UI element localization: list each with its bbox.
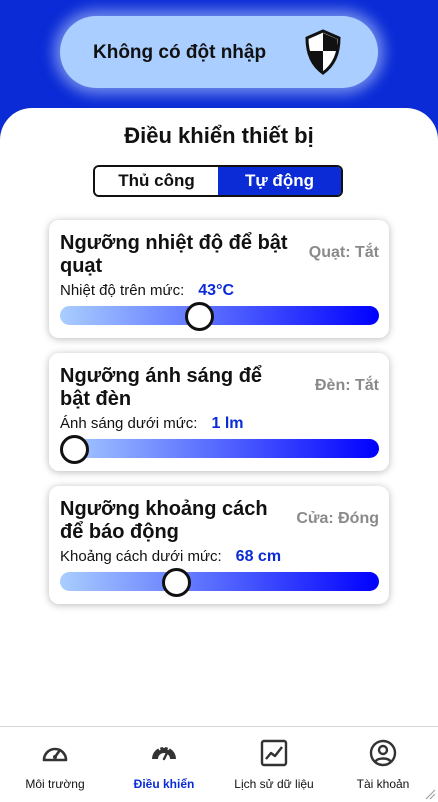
threshold-row: Khoảng cách dưới mức: 68 cm bbox=[60, 548, 281, 566]
threshold-row: Ánh sáng dưới mức: 1 lm bbox=[60, 415, 244, 433]
distance-slider[interactable] bbox=[60, 568, 379, 597]
light-slider[interactable] bbox=[60, 435, 379, 464]
slider-thumb[interactable] bbox=[60, 435, 89, 464]
dashboard-icon bbox=[152, 744, 176, 761]
card-title: Ngưỡng ánh sáng để bật đèn bbox=[60, 365, 263, 410]
threshold-value: 68 cm bbox=[235, 548, 282, 565]
chart-icon bbox=[260, 739, 288, 767]
auto-mode-button[interactable]: Tự động bbox=[218, 167, 341, 195]
card-title: Ngưỡng khoảng cách để báo động bbox=[60, 498, 268, 543]
light-status: Đèn: Tắt bbox=[315, 377, 379, 394]
nav-label: Môi trường bbox=[25, 777, 85, 791]
intrusion-status-text: Không có đột nhập bbox=[93, 42, 267, 63]
resize-grip-icon[interactable] bbox=[424, 788, 436, 800]
distance-threshold-card: Ngưỡng khoảng cách để báo động Cửa: Đóng… bbox=[49, 486, 389, 604]
threshold-label: Nhiệt độ trên mức: bbox=[60, 282, 185, 299]
card-title: Ngưỡng nhiệt độ để bật quạt bbox=[60, 232, 288, 277]
temperature-slider[interactable] bbox=[60, 302, 379, 331]
door-status: Cửa: Đóng bbox=[296, 510, 379, 527]
gauge-icon bbox=[42, 747, 68, 762]
threshold-label: Khoảng cách dưới mức: bbox=[60, 548, 222, 565]
fan-status: Quạt: Tắt bbox=[308, 244, 379, 261]
threshold-label: Ánh sáng dưới mức: bbox=[60, 415, 198, 432]
bottom-navigation: Môi trường Điều khiển Lịch sử dữ liệu Tà… bbox=[0, 726, 438, 802]
slider-thumb[interactable] bbox=[161, 568, 191, 597]
fan-threshold-card: Ngưỡng nhiệt độ để bật quạt Quạt: Tắt Nh… bbox=[49, 220, 389, 338]
nav-item-history[interactable]: Lịch sử dữ liệu bbox=[219, 727, 329, 802]
nav-label: Điều khiển bbox=[133, 777, 195, 791]
threshold-row: Nhiệt độ trên mức: 43°C bbox=[60, 282, 234, 300]
manual-mode-button[interactable]: Thủ công bbox=[95, 167, 218, 195]
page-title: Điều khiển thiết bị bbox=[124, 123, 314, 148]
nav-label: Lịch sử dữ liệu bbox=[234, 777, 314, 791]
threshold-value: 43°C bbox=[198, 282, 235, 299]
nav-item-environment[interactable]: Môi trường bbox=[0, 727, 110, 802]
light-threshold-card: Ngưỡng ánh sáng để bật đèn Đèn: Tắt Ánh … bbox=[49, 353, 389, 471]
shield-icon bbox=[305, 29, 341, 75]
nav-item-account[interactable]: Tài khoản bbox=[328, 727, 438, 802]
account-icon bbox=[369, 739, 397, 767]
slider-thumb[interactable] bbox=[185, 302, 215, 331]
threshold-value: 1 lm bbox=[211, 415, 244, 432]
nav-item-control[interactable]: Điều khiển bbox=[109, 727, 219, 802]
nav-label: Tài khoản bbox=[356, 777, 410, 791]
mode-toggle: Thủ công Tự động bbox=[93, 165, 343, 197]
intrusion-status-banner: Không có đột nhập bbox=[60, 16, 378, 88]
